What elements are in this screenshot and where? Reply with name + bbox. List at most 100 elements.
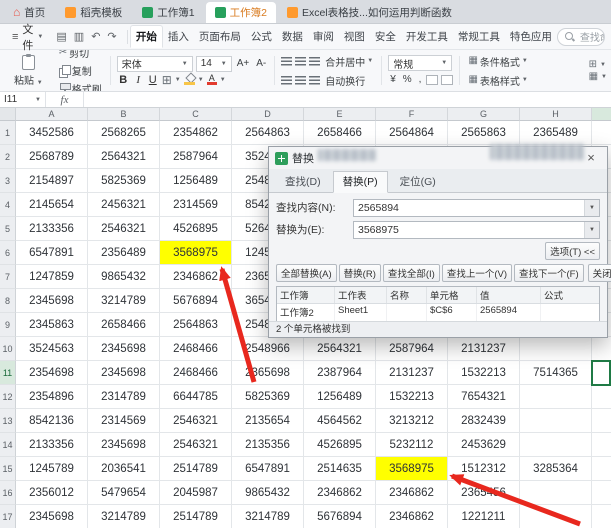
file-menu-button[interactable]: ≡ 文件 ▼ xyxy=(6,19,49,55)
cell-F11[interactable]: 2131237 xyxy=(376,361,448,385)
row-header-8[interactable]: 8 xyxy=(0,289,16,313)
cell-E14[interactable]: 4526895 xyxy=(304,433,376,457)
cell-H1[interactable]: 2365489 xyxy=(520,121,592,145)
cell-A15[interactable]: 1245789 xyxy=(16,457,88,481)
row-header-2[interactable]: 2 xyxy=(0,145,16,169)
cell-C5[interactable]: 4526895 xyxy=(160,217,232,241)
number-format-select[interactable]: 常规▼ xyxy=(388,55,452,71)
cell-E11[interactable]: 2387964 xyxy=(304,361,376,385)
cell-E12[interactable]: 1256489 xyxy=(304,385,376,409)
cell-B6[interactable]: 2356489 xyxy=(88,241,160,265)
cell-I12[interactable] xyxy=(592,385,611,409)
menu-tab-视图[interactable]: 视图 xyxy=(339,26,370,47)
menu-tab-开始[interactable]: 开始 xyxy=(130,25,163,48)
cell-D13[interactable]: 2135654 xyxy=(232,409,304,433)
find-next-button[interactable]: 查找下一个(F) xyxy=(514,264,584,282)
row-header-3[interactable]: 3 xyxy=(0,169,16,193)
cell-A9[interactable]: 2345863 xyxy=(16,313,88,337)
menu-tab-开发工具[interactable]: 开发工具 xyxy=(401,26,453,47)
row-header-12[interactable]: 12 xyxy=(0,385,16,409)
cell-B5[interactable]: 2546321 xyxy=(88,217,160,241)
comma-button[interactable]: , xyxy=(417,73,424,86)
row-header-17[interactable]: 17 xyxy=(0,505,16,528)
cell-B15[interactable]: 2036541 xyxy=(88,457,160,481)
selection-box[interactable] xyxy=(591,360,611,386)
row-header-9[interactable]: 9 xyxy=(0,313,16,337)
menu-tab-公式[interactable]: 公式 xyxy=(246,26,277,47)
align-left-icon[interactable] xyxy=(281,57,292,66)
cell-G11[interactable]: 1532213 xyxy=(448,361,520,385)
underline-button[interactable]: U xyxy=(147,74,159,86)
align-top-icon[interactable] xyxy=(281,76,292,85)
fill-color-icon[interactable] xyxy=(184,74,195,85)
cell-F15[interactable]: 3568975 xyxy=(376,457,448,481)
doc-tab-工作簿1[interactable]: 工作簿1 xyxy=(133,2,203,23)
search-input[interactable]: 查找命令、搜索模板 xyxy=(557,28,605,46)
cell-E13[interactable]: 4564562 xyxy=(304,409,376,433)
cell-A10[interactable]: 3524563 xyxy=(16,337,88,361)
cell-G1[interactable]: 2565863 xyxy=(448,121,520,145)
align-middle-icon[interactable] xyxy=(295,76,306,85)
row-header-6[interactable]: 6 xyxy=(0,241,16,265)
cell-D10[interactable]: 2548966 xyxy=(232,337,304,361)
fx-button[interactable]: fx xyxy=(46,92,84,107)
align-center-icon[interactable] xyxy=(295,57,306,66)
cell-C9[interactable]: 2564863 xyxy=(160,313,232,337)
font-size-select[interactable]: 14▼ xyxy=(196,56,232,72)
dialog-tab-替换(P)[interactable]: 替换(P) xyxy=(333,171,388,193)
row-header-11[interactable]: 11 xyxy=(0,361,16,385)
cell-H16[interactable] xyxy=(520,481,592,505)
cell-C6[interactable]: 3568975 xyxy=(160,241,232,265)
find-prev-button[interactable]: 查找上一个(V) xyxy=(442,264,512,282)
cell-F17[interactable]: 2346862 xyxy=(376,505,448,528)
cell-A12[interactable]: 2354896 xyxy=(16,385,88,409)
menu-tab-常规工具[interactable]: 常规工具 xyxy=(453,26,505,47)
cell-A17[interactable]: 2345698 xyxy=(16,505,88,528)
row-header-1[interactable]: 1 xyxy=(0,121,16,145)
cell-B3[interactable]: 5825369 xyxy=(88,169,160,193)
cell-A2[interactable]: 2568789 xyxy=(16,145,88,169)
cell-A7[interactable]: 1247859 xyxy=(16,265,88,289)
grow-font-button[interactable]: A+ xyxy=(235,57,252,70)
paste-button[interactable]: 粘贴 ▼ xyxy=(8,55,49,87)
cell-D16[interactable]: 9865432 xyxy=(232,481,304,505)
cell-C13[interactable]: 2546321 xyxy=(160,409,232,433)
shrink-font-button[interactable]: A- xyxy=(254,57,268,70)
format-painter-button[interactable]: 格式刷 xyxy=(57,80,104,92)
font-color-icon[interactable]: A xyxy=(207,74,217,85)
cell-C3[interactable]: 1256489 xyxy=(160,169,232,193)
cell-B17[interactable]: 3214789 xyxy=(88,505,160,528)
cell-I10[interactable] xyxy=(592,337,611,361)
column-header-C[interactable]: C xyxy=(160,108,232,121)
doc-tab-Excel表格技...如何运用判断函数[interactable]: Excel表格技...如何运用判断函数 xyxy=(278,2,461,23)
formula-input[interactable] xyxy=(84,92,611,107)
cell-E17[interactable]: 5676894 xyxy=(304,505,376,528)
cell-F10[interactable]: 2587964 xyxy=(376,337,448,361)
copy-button[interactable]: 复制 xyxy=(57,62,104,79)
bold-button[interactable]: B xyxy=(117,74,130,86)
cell-A8[interactable]: 2345698 xyxy=(16,289,88,313)
cell-E10[interactable]: 2564321 xyxy=(304,337,376,361)
cell-G10[interactable]: 2131237 xyxy=(448,337,520,361)
cell-I13[interactable] xyxy=(592,409,611,433)
cell-A16[interactable]: 2356012 xyxy=(16,481,88,505)
replace-with-combobox[interactable]: 3568975▼ xyxy=(353,221,600,239)
merge-center-button[interactable]: 合并居中▼ xyxy=(323,53,375,70)
column-header-G[interactable]: G xyxy=(448,108,520,121)
cell-F14[interactable]: 5232112 xyxy=(376,433,448,457)
cell-I16[interactable] xyxy=(592,481,611,505)
font-name-select[interactable]: 宋体▼ xyxy=(117,56,193,72)
cell-B4[interactable]: 2456321 xyxy=(88,193,160,217)
cell-D17[interactable]: 3214789 xyxy=(232,505,304,528)
column-header-D[interactable]: D xyxy=(232,108,304,121)
chevron-down-icon[interactable]: ▼ xyxy=(584,222,599,238)
cell-H14[interactable] xyxy=(520,433,592,457)
align-bottom-icon[interactable] xyxy=(309,76,320,85)
menu-tab-特色应用[interactable]: 特色应用 xyxy=(505,26,557,47)
wrap-text-button[interactable]: 自动换行 xyxy=(323,72,367,89)
menu-tab-页面布局[interactable]: 页面布局 xyxy=(194,26,246,47)
row-header-13[interactable]: 13 xyxy=(0,409,16,433)
cell-B7[interactable]: 9865432 xyxy=(88,265,160,289)
cell-C8[interactable]: 5676894 xyxy=(160,289,232,313)
column-header-H[interactable]: H xyxy=(520,108,592,121)
